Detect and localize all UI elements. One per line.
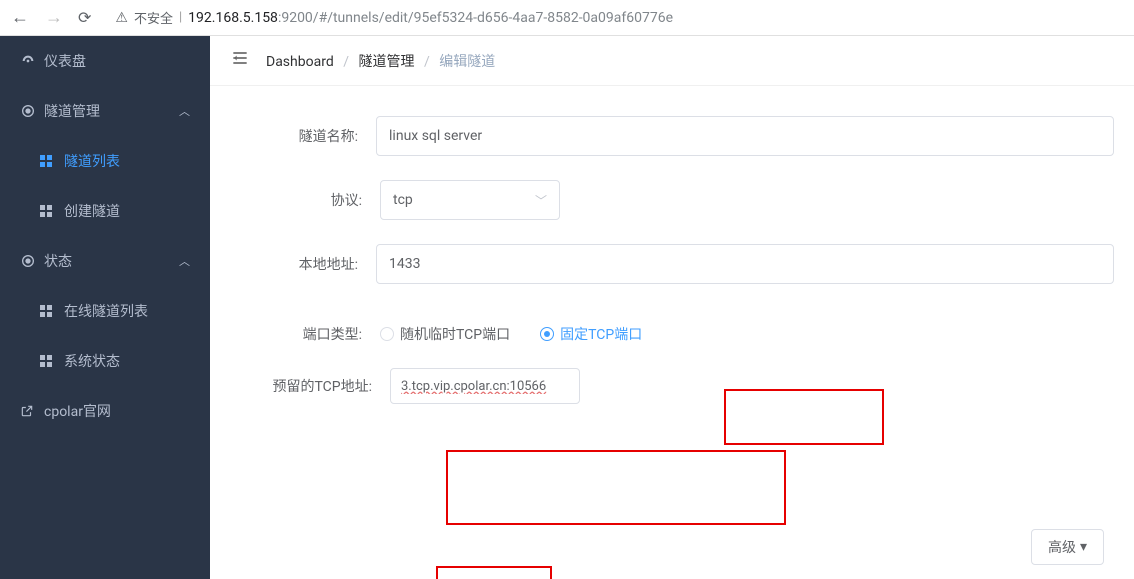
reserved-tcp-input[interactable] — [390, 368, 580, 404]
forward-button[interactable]: → — [44, 7, 64, 28]
breadcrumb-tunnel-manage[interactable]: 隧道管理 — [358, 54, 414, 70]
radio-icon — [380, 327, 394, 341]
caret-down-icon: ▾ — [1080, 539, 1087, 555]
reserved-tcp-label: 预留的TCP地址: — [230, 376, 390, 396]
reload-button[interactable]: ⟳ — [78, 8, 91, 27]
grid-icon — [40, 155, 64, 167]
protocol-label: 协议: — [230, 190, 380, 210]
main-content: Dashboard / 隧道管理 / 编辑隧道 隧道名称: 协议: tcp ﹀ … — [210, 36, 1134, 579]
radio-random-port[interactable]: 随机临时TCP端口 — [380, 324, 510, 344]
insecure-label: 不安全 — [134, 8, 173, 27]
grid-icon — [40, 205, 64, 217]
warning-icon: ⚠ — [115, 10, 128, 26]
local-addr-label: 本地地址: — [230, 254, 376, 274]
gauge-icon — [20, 53, 44, 69]
port-type-label: 端口类型: — [230, 324, 380, 344]
grid-icon — [40, 355, 64, 367]
breadcrumb: Dashboard / 隧道管理 / 编辑隧道 — [266, 51, 495, 71]
divider: | — [179, 10, 182, 25]
sidebar: 仪表盘 隧道管理 ︿ 隧道列表 创建隧道 状态 ︿ — [0, 36, 210, 579]
chevron-down-icon: ﹀ — [535, 192, 547, 209]
breadcrumb-dashboard[interactable]: Dashboard — [266, 54, 334, 70]
chevron-up-icon: ︿ — [179, 103, 190, 119]
advanced-button[interactable]: 高级 ▾ — [1031, 529, 1104, 565]
tunnel-name-input[interactable] — [376, 116, 1114, 156]
protocol-select[interactable]: tcp ﹀ — [380, 180, 560, 220]
radio-icon — [540, 327, 554, 341]
sidebar-item-status[interactable]: 状态 ︿ — [0, 236, 210, 286]
tunnel-name-label: 隧道名称: — [230, 126, 376, 146]
radio-fixed-port[interactable]: 固定TCP端口 — [540, 324, 642, 344]
sidebar-item-create-tunnel[interactable]: 创建隧道 — [0, 186, 210, 236]
chevron-up-icon: ︿ — [179, 253, 190, 269]
back-button[interactable]: ← — [10, 7, 30, 28]
circle-icon — [20, 103, 44, 119]
protocol-value: tcp — [393, 192, 413, 208]
sidebar-item-cpolar-site[interactable]: cpolar官网 — [0, 386, 210, 436]
browser-toolbar: ← → ⟳ ⚠ 不安全 | 192.168.5.158:9200/#/tunne… — [0, 0, 1134, 36]
external-link-icon — [20, 404, 44, 418]
address-bar[interactable]: ⚠ 不安全 | 192.168.5.158:9200/#/tunnels/edi… — [105, 4, 1124, 32]
edit-form: 隧道名称: 协议: tcp ﹀ 本地地址: 端口类型: 随机临时 — [210, 86, 1134, 448]
breadcrumb-edit-tunnel: 编辑隧道 — [439, 54, 495, 70]
sidebar-item-online-list[interactable]: 在线隧道列表 — [0, 286, 210, 336]
annotation-box — [446, 450, 786, 525]
topbar: Dashboard / 隧道管理 / 编辑隧道 — [210, 36, 1134, 86]
sidebar-item-dashboard[interactable]: 仪表盘 — [0, 36, 210, 86]
annotation-box — [436, 566, 552, 579]
collapse-icon[interactable] — [230, 48, 250, 73]
url-text: 192.168.5.158:9200/#/tunnels/edit/95ef53… — [188, 10, 673, 26]
sidebar-item-system-status[interactable]: 系统状态 — [0, 336, 210, 386]
sidebar-item-tunnel-manage[interactable]: 隧道管理 ︿ — [0, 86, 210, 136]
grid-icon — [40, 305, 64, 317]
circle-icon — [20, 253, 44, 269]
local-addr-input[interactable] — [376, 244, 1114, 284]
sidebar-item-tunnel-list[interactable]: 隧道列表 — [0, 136, 210, 186]
